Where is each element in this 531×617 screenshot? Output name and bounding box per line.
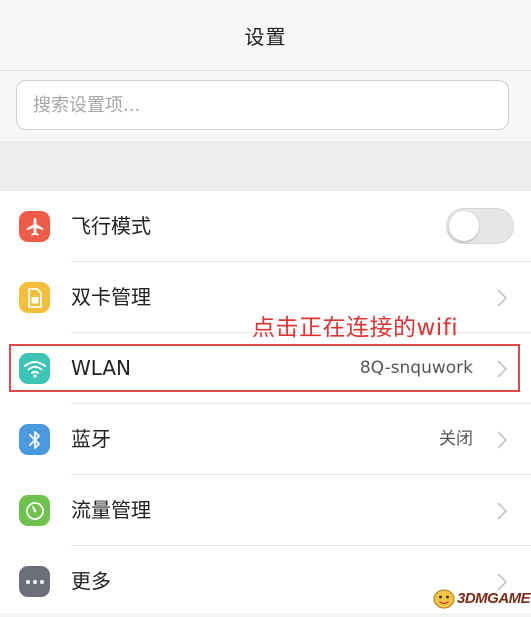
settings-item-label: 流量管理 — [71, 498, 151, 522]
settings-item-airplane-mode[interactable]: 飞行模式 — [0, 191, 531, 262]
toggle-knob — [449, 211, 479, 241]
bluetooth-icon — [19, 424, 50, 455]
chevron-right-icon — [497, 289, 508, 307]
settings-item-label: 飞行模式 — [71, 214, 151, 238]
bluetooth-status: 关闭 — [439, 429, 473, 449]
settings-item-bluetooth[interactable]: 蓝牙 关闭 — [0, 404, 531, 475]
settings-item-label: 蓝牙 — [71, 427, 111, 451]
search-input[interactable] — [31, 93, 508, 117]
mascot-icon — [433, 589, 455, 609]
sim-card-icon — [19, 282, 50, 313]
section-gap — [0, 141, 531, 191]
chevron-right-icon — [497, 502, 508, 520]
page-title: 设置 — [244, 24, 287, 49]
settings-item-label: 更多 — [71, 569, 111, 593]
more-icon — [19, 566, 50, 597]
airplane-icon — [19, 211, 50, 242]
watermark-text: 3DMGAME — [457, 589, 531, 607]
settings-item-label: 双卡管理 — [71, 285, 151, 309]
settings-list: 飞行模式 双卡管理 WLAN 8Q-snquwork 蓝牙 关闭 流量管理 更多 — [0, 191, 531, 613]
search-box[interactable] — [16, 80, 509, 130]
annotation-callout: 点击正在连接的wifi — [252, 315, 459, 341]
airplane-mode-toggle[interactable] — [446, 208, 514, 244]
watermark: 3DMGAME — [432, 583, 531, 613]
wlan-highlight-box — [9, 344, 520, 392]
search-area — [0, 71, 531, 141]
title-bar: 设置 — [0, 0, 531, 71]
data-usage-icon — [19, 495, 50, 526]
chevron-right-icon — [497, 431, 508, 449]
settings-item-data-usage[interactable]: 流量管理 — [0, 475, 531, 546]
